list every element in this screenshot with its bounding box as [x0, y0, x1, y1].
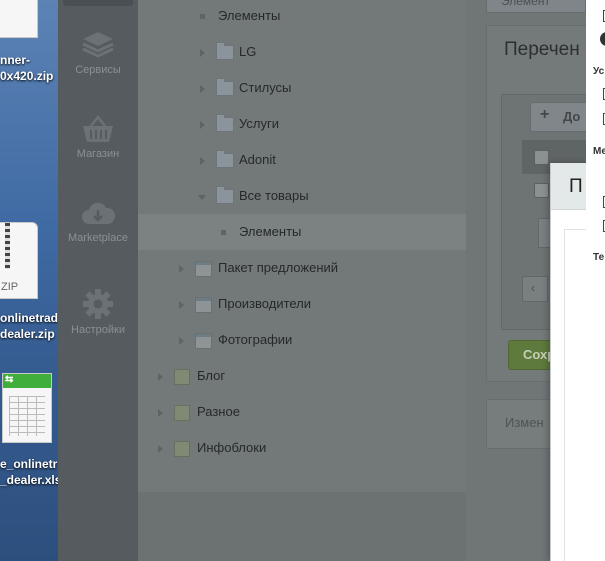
iblock-type-icon	[174, 441, 190, 457]
folder-icon	[216, 78, 234, 96]
circle-icon[interactable]	[600, 32, 605, 46]
iblock-type-icon	[174, 405, 190, 421]
expand-arrow-icon[interactable]	[200, 157, 205, 165]
pager-prev-button[interactable]: ‹	[522, 276, 548, 302]
add-button[interactable]: + До	[530, 102, 588, 132]
modal-dialog: П	[550, 163, 591, 561]
admin-sidebar: Сервисы Магазин Marketplace Настройки	[58, 0, 138, 561]
folder-icon	[216, 150, 234, 168]
sidebar-item-shop[interactable]: Магазин	[58, 114, 138, 160]
desktop-file-zip-2[interactable]: ZIP onlinetrad dealer.zip	[0, 220, 58, 350]
tree-item[interactable]: Инфоблоки	[138, 430, 466, 466]
stack-icon	[82, 32, 114, 58]
sidebar-item-label: Магазин	[76, 148, 120, 160]
iblock-icon	[195, 261, 212, 277]
sidebar-item-marketplace[interactable]: Marketplace	[58, 200, 138, 244]
folder-icon	[216, 186, 234, 204]
tree-item[interactable]: Все товары	[138, 178, 466, 214]
tree-item[interactable]: Пакет предложений	[138, 250, 466, 286]
zip-file-icon: ZIP	[0, 222, 38, 299]
expand-arrow-icon[interactable]	[200, 49, 205, 57]
iblock-icon	[195, 333, 212, 349]
tree-item[interactable]: Фотографии	[138, 322, 466, 358]
zip-file-icon	[0, 0, 38, 38]
desktop-file-zip-1[interactable]: nner- 0x420.zip	[0, 0, 58, 90]
sidebar-item-settings[interactable]: Настройки	[58, 288, 138, 336]
expand-arrow-icon[interactable]	[179, 337, 184, 345]
tree-item[interactable]: Разное	[138, 394, 466, 430]
tree-item[interactable]: Блог	[138, 358, 466, 394]
iblock-type-icon	[174, 369, 190, 385]
tree-item[interactable]: Adonit	[138, 142, 466, 178]
expand-arrow-icon[interactable]	[158, 409, 163, 417]
tab-element[interactable]: Элемент	[486, 0, 586, 13]
chevron-left-icon: ‹	[531, 281, 535, 295]
spreadsheet-file-icon: ⇆	[2, 373, 52, 443]
desktop-file-label: onlinetrad dealer.zip	[0, 311, 58, 341]
sidebar-item-label: Marketplace	[68, 232, 128, 244]
right-section-label: Ме	[593, 146, 605, 157]
expand-arrow-icon[interactable]	[179, 265, 184, 273]
desktop-file-label: e_onlinetr _dealer.xls	[0, 457, 58, 487]
dialog-divider	[564, 229, 565, 561]
select-all-checkbox[interactable]	[534, 150, 549, 165]
plus-icon: +	[540, 106, 550, 123]
right-panel-strip: Ус Ме Те	[586, 0, 605, 561]
sidebar-item-label: Сервисы	[75, 64, 121, 76]
tree-item[interactable]: Услуги	[138, 106, 466, 142]
expand-arrow-icon[interactable]	[179, 301, 184, 309]
right-section-label: Те	[593, 252, 605, 263]
dialog-header[interactable]: П	[551, 163, 591, 210]
zip-badge: ZIP	[1, 281, 19, 293]
folder-icon	[216, 42, 234, 60]
row-checkbox[interactable]	[534, 183, 549, 198]
expand-arrow-icon[interactable]	[158, 373, 163, 381]
page-title: Перечен	[504, 39, 580, 60]
zipper-icon	[5, 223, 10, 269]
right-section-label: Ус	[593, 66, 605, 77]
sidebar-item-label: Настройки	[71, 324, 125, 336]
tree-item[interactable]: LG	[138, 34, 466, 70]
tree-item[interactable]: Элементы	[138, 0, 466, 34]
tree-item[interactable]: Производители	[138, 286, 466, 322]
desktop-area: nner- 0x420.zip ZIP onlinetrad dealer.zi…	[0, 0, 58, 561]
tree-item-selected[interactable]: Элементы	[138, 214, 466, 250]
iblock-icon	[195, 297, 212, 313]
folder-icon	[216, 114, 234, 132]
cloud-download-icon	[82, 202, 115, 224]
expand-arrow-icon[interactable]	[200, 85, 205, 93]
tree-item[interactable]: Стилусы	[138, 70, 466, 106]
sidebar-top-tab[interactable]	[63, 0, 133, 6]
collapse-arrow-icon[interactable]	[198, 195, 206, 200]
gear-icon	[83, 289, 113, 319]
desktop-file-xls[interactable]: ⇆ e_onlinetr _dealer.xls	[0, 368, 58, 498]
basket-icon	[83, 114, 113, 142]
expand-arrow-icon[interactable]	[200, 121, 205, 129]
expand-arrow-icon[interactable]	[158, 445, 163, 453]
sidebar-item-services[interactable]: Сервисы	[58, 30, 138, 76]
tree-footer-area	[138, 492, 466, 561]
bullet-icon	[221, 230, 226, 235]
bullet-icon	[200, 14, 205, 19]
iblock-tree-panel: Элементы LG Стилусы Услуги Adonit Все то…	[138, 0, 466, 561]
desktop-file-label: nner- 0x420.zip	[0, 53, 54, 83]
dialog-title: П	[569, 176, 583, 197]
